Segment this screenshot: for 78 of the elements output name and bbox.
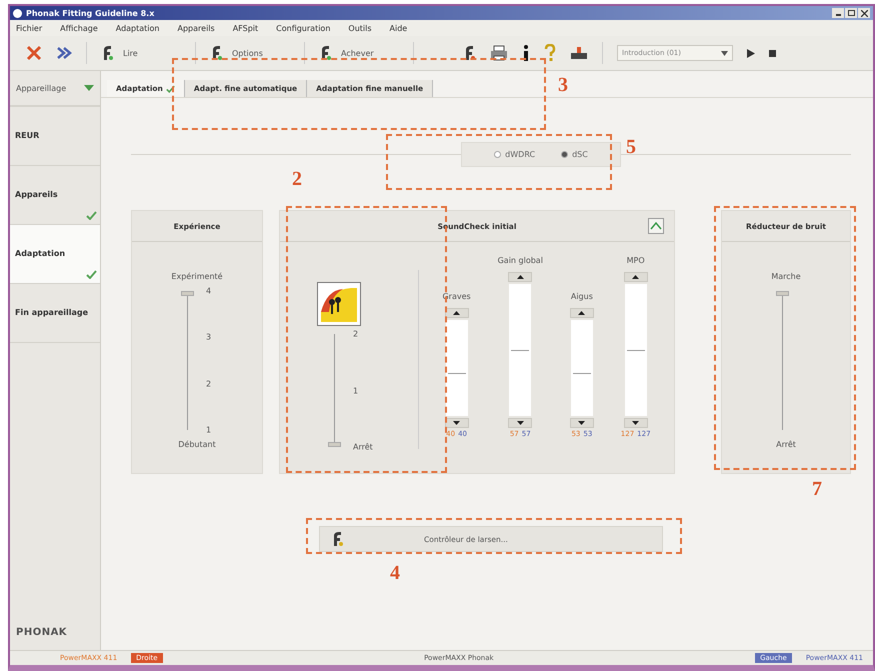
down-button[interactable] [624, 418, 648, 428]
play-icon[interactable] [747, 48, 755, 58]
slider-label: Aigus [570, 292, 593, 303]
app-icon [13, 8, 22, 18]
menu-item[interactable]: Configuration [276, 24, 330, 32]
menu-item[interactable]: Appareils [178, 24, 215, 32]
slider-label: MPO [626, 256, 645, 267]
down-arrow-icon [632, 421, 640, 425]
down-button[interactable] [570, 418, 594, 428]
tick-label: 4 [206, 286, 212, 296]
info-icon[interactable] [522, 45, 530, 61]
slider-track[interactable] [509, 284, 532, 416]
annotation-number: 5 [626, 136, 636, 159]
down-arrow-icon [578, 421, 586, 425]
up-button[interactable] [570, 308, 594, 318]
arrows-icon[interactable] [56, 45, 72, 61]
menu-item[interactable]: AFSpit [232, 24, 258, 32]
window-title: Phonak Fitting Guideline 8.x [26, 8, 154, 18]
tick-label: 3 [206, 332, 212, 342]
tick-label: 2 [206, 379, 212, 388]
toolbar-button[interactable]: Achever [319, 45, 399, 61]
down-arrow-icon [516, 421, 524, 425]
slider-label: Graves [442, 292, 471, 303]
annotation-number: 3 [558, 74, 568, 97]
tick-label: 1 [206, 426, 212, 434]
tick-label: Arrêt [353, 442, 373, 452]
graph-icon[interactable] [648, 218, 664, 234]
stop-icon[interactable] [769, 50, 776, 56]
down-button[interactable] [444, 418, 469, 428]
up-arrow-icon [632, 275, 640, 279]
menu-item[interactable]: Affichage [60, 24, 98, 32]
annotation-number: 2 [292, 168, 302, 191]
plug-icon[interactable] [570, 45, 588, 61]
radio-option[interactable]: dWDRC [494, 150, 536, 158]
slider-label: Expérimenté [171, 272, 223, 281]
up-arrow-icon [578, 311, 586, 315]
annotation-number: 7 [812, 478, 822, 501]
f-logo-icon [101, 45, 113, 61]
sidebar-item[interactable]: REUR [10, 107, 100, 166]
slider-thumb[interactable] [328, 442, 341, 447]
menu-item[interactable]: Outils [348, 24, 372, 32]
menu-item[interactable]: Fichier [16, 24, 42, 32]
sidebar-item[interactable]: Fin appareillage [10, 284, 100, 343]
minimize-button[interactable] [832, 8, 844, 18]
slider-label: Gain global [498, 256, 543, 267]
menu-item[interactable]: Adaptation [116, 24, 160, 32]
dropdown-arrow-icon [84, 85, 94, 91]
up-button[interactable] [508, 272, 532, 282]
question-icon[interactable] [544, 44, 556, 62]
slider-label: Arrêt [776, 440, 796, 449]
down-button[interactable] [508, 418, 532, 428]
slider-thumb[interactable] [181, 291, 194, 296]
slider-label: Marche [771, 272, 801, 281]
up-button[interactable] [624, 272, 648, 282]
slider-label: Débutant [178, 440, 216, 449]
f-logo-icon [319, 45, 331, 61]
sidebar-item[interactable]: Adaptation [10, 225, 100, 284]
slider-track[interactable] [624, 284, 647, 416]
down-arrow-icon [453, 421, 460, 425]
brand-logo: PHONAK [15, 627, 68, 640]
up-button[interactable] [444, 308, 469, 318]
maximize-button[interactable] [845, 8, 857, 18]
tick-label: 2 [353, 330, 358, 338]
slider-thumb[interactable] [776, 291, 789, 296]
slider-track[interactable] [570, 320, 593, 416]
up-arrow-icon [453, 311, 460, 315]
close-button[interactable] [858, 8, 870, 18]
f-logo-icon [210, 45, 222, 61]
tick-label: 1 [353, 386, 358, 395]
toolbar-button[interactable]: Lire [101, 45, 181, 61]
toolbar-button[interactable]: Options [210, 45, 290, 61]
caret-icon [721, 50, 728, 56]
annotation-number: 4 [390, 562, 400, 585]
radio-option[interactable]: dSC [561, 150, 588, 158]
menu-item[interactable]: Aide [390, 24, 408, 32]
slider-track[interactable] [446, 320, 468, 416]
up-arrow-icon [516, 275, 524, 279]
printer-icon[interactable] [490, 45, 508, 61]
